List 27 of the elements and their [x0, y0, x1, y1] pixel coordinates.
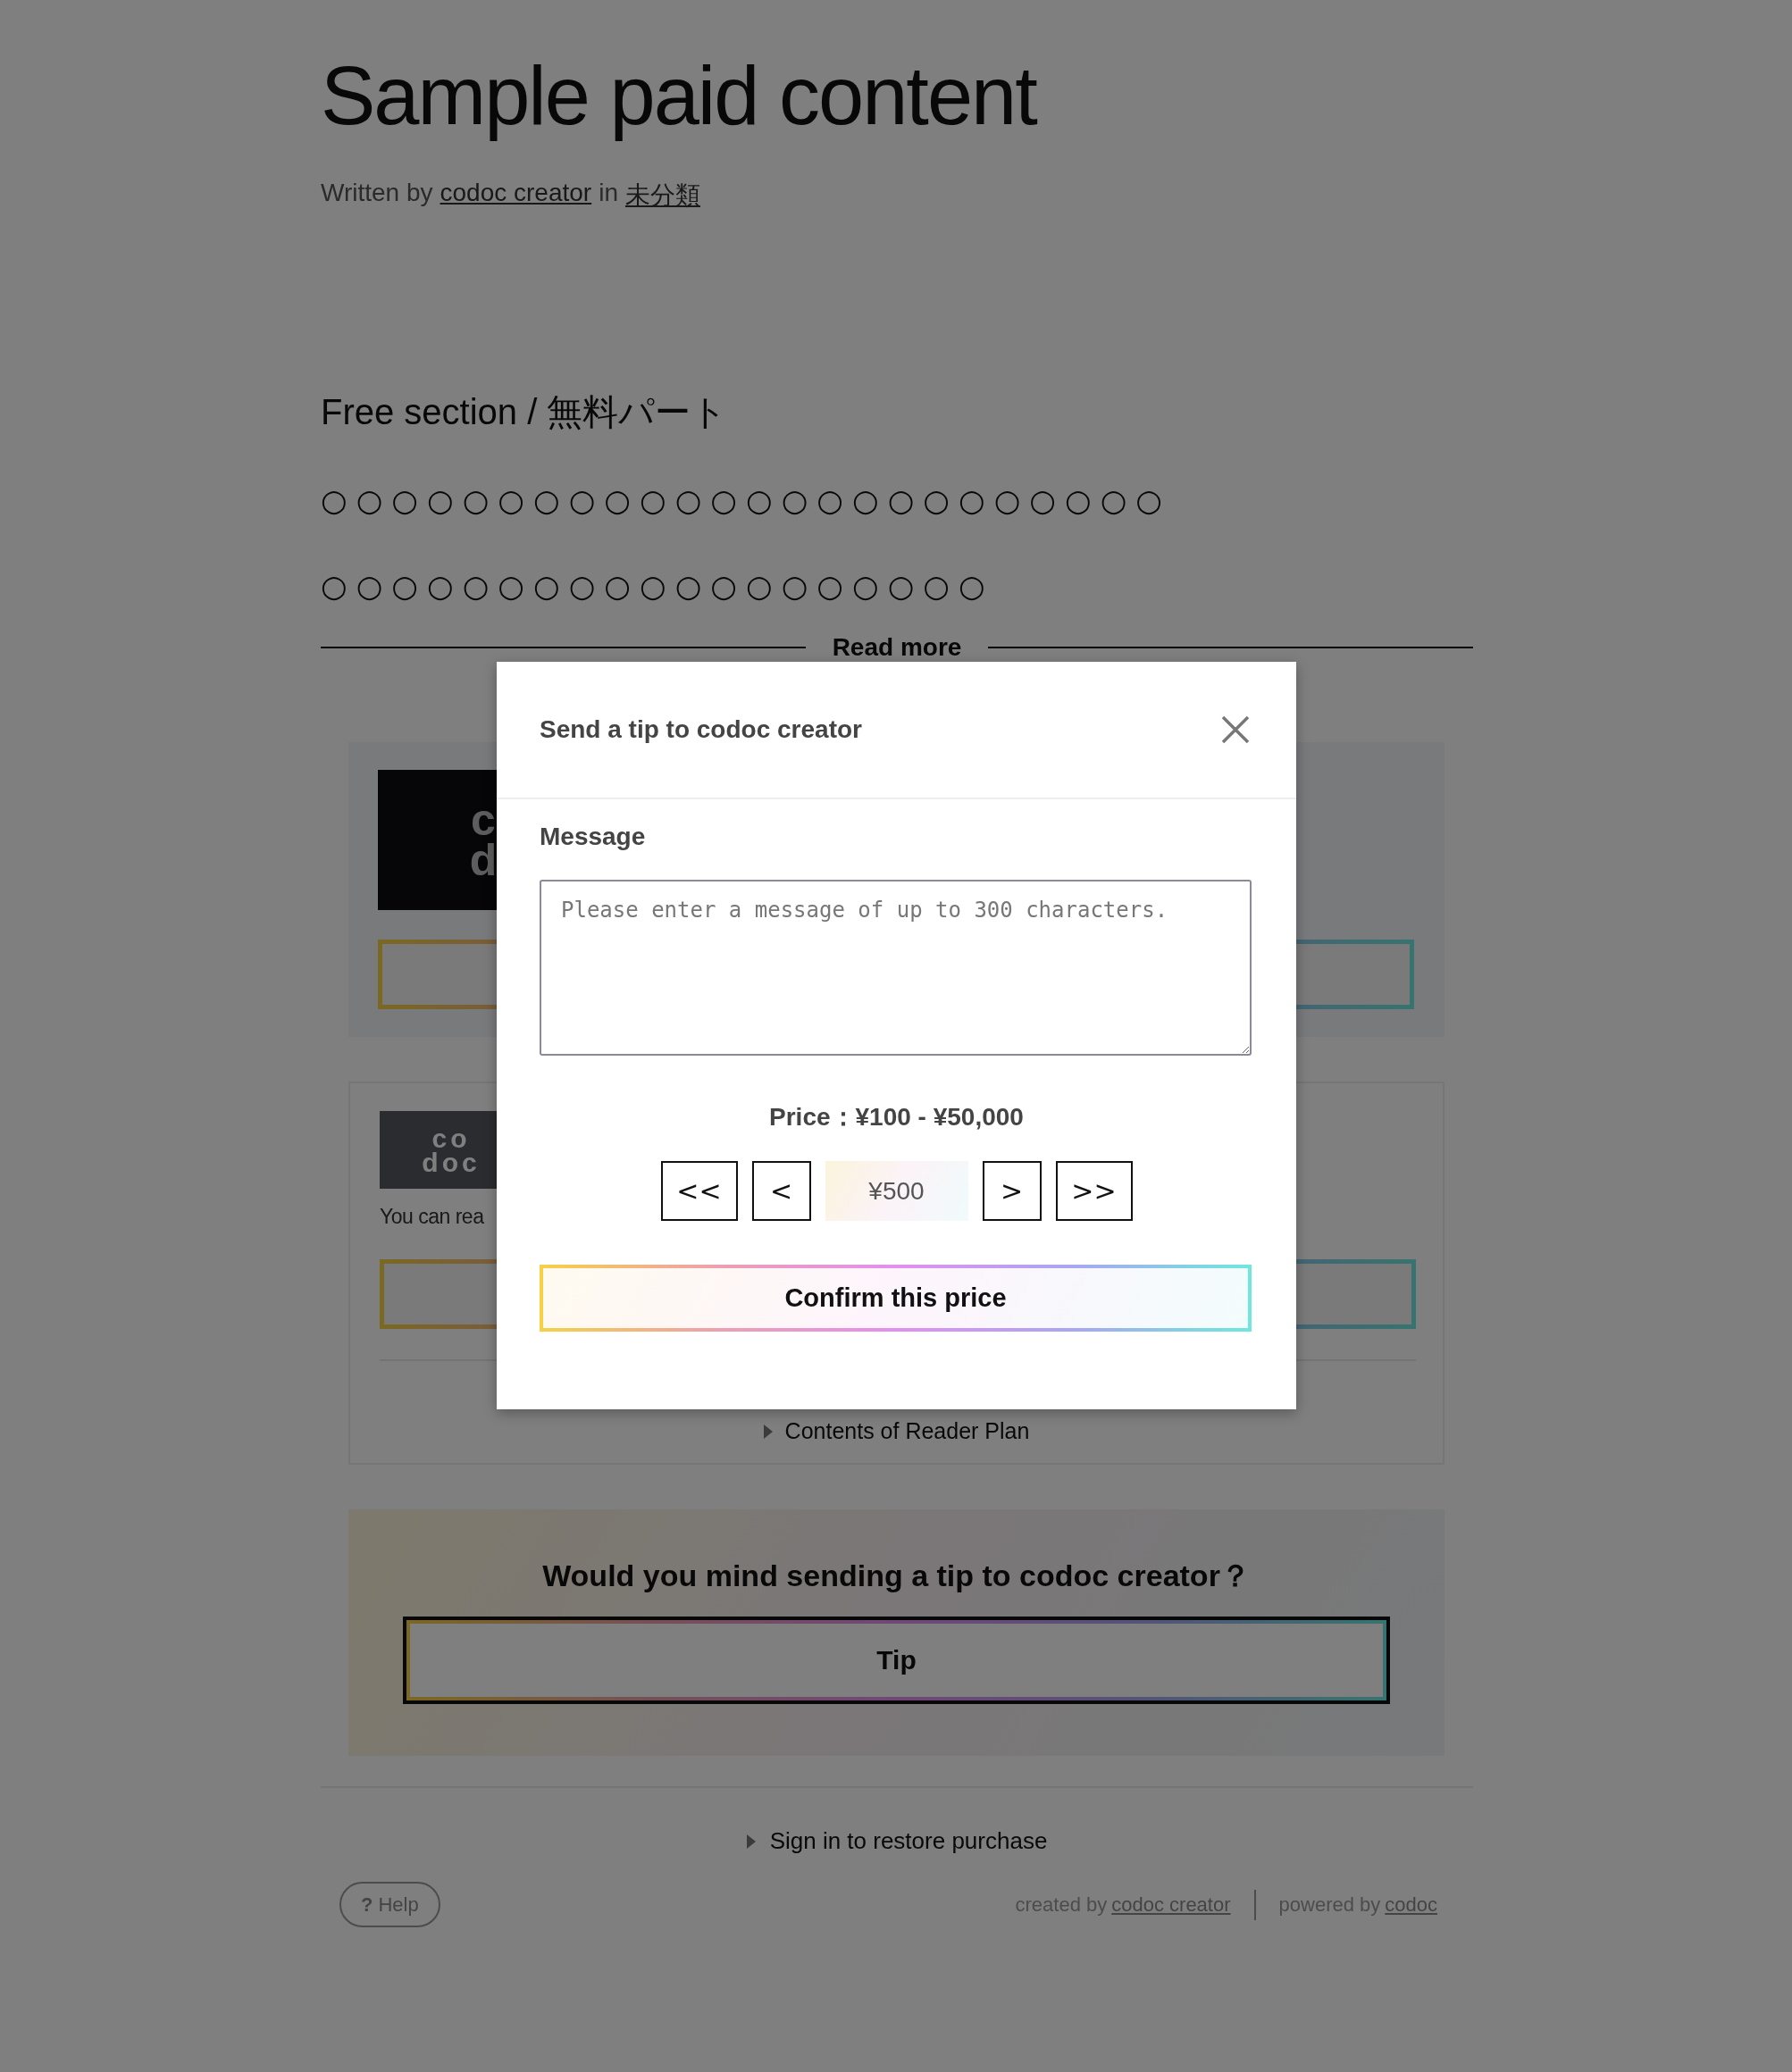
message-field[interactable]: Please enter a message of up to 300 characters.: [540, 880, 1252, 1056]
byline-text: Written by: [321, 179, 433, 209]
tip-button[interactable]: Tip: [403, 1617, 1390, 1705]
details-toggle[interactable]: Contents of Reader Plan: [784, 1418, 1030, 1445]
decrease-button[interactable]: <: [751, 1161, 811, 1221]
plan-note: You can rea: [380, 1205, 485, 1230]
increase-button[interactable]: >>: [1055, 1161, 1133, 1221]
article-title: Sample paid content: [321, 49, 1038, 143]
section-heading: Free section / 無料パート: [321, 391, 729, 434]
amount-display: ¥500: [825, 1161, 968, 1221]
paragraph: ○○○○○○○○○○○○○○○○○○○: [321, 567, 995, 606]
close-button[interactable]: [1219, 714, 1252, 746]
confirm-button[interactable]: Confirm this price: [540, 1265, 1252, 1332]
caret-icon: [746, 1834, 756, 1849]
decrease-button[interactable]: <<: [660, 1161, 738, 1221]
increase-button[interactable]: >: [982, 1161, 1042, 1221]
read-more-label: Read more: [832, 633, 962, 663]
restore-link[interactable]: Sign in to restore purchase: [769, 1827, 1048, 1856]
caret-icon: [763, 1424, 773, 1439]
close-icon: [1219, 714, 1252, 746]
byline-text: in: [599, 179, 618, 209]
price-range: Price：¥100 - ¥50,000: [769, 1102, 1024, 1132]
paragraph: ○○○○○○○○○○○○○○○○○○○○○○○○: [321, 481, 1172, 521]
category-link[interactable]: 未分類: [624, 179, 700, 213]
dialog-title: Send a tip to codoc creator: [540, 715, 862, 744]
author-link[interactable]: codoc creator: [440, 179, 592, 213]
tip-heading: Would you mind sending a tip to codoc creator？: [542, 1558, 1251, 1595]
